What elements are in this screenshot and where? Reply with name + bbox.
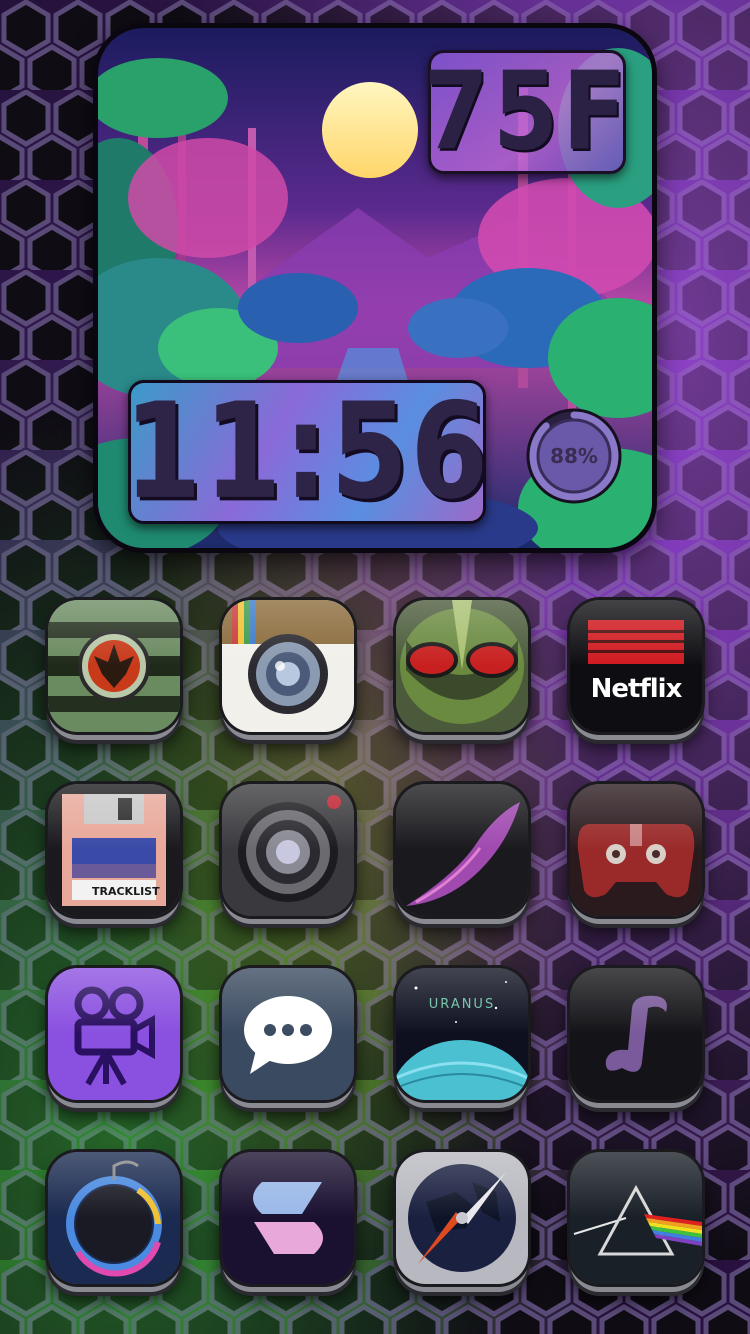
- rebel-alliance-app[interactable]: [48, 600, 180, 732]
- swoosh-app[interactable]: [396, 784, 528, 916]
- compass-icon: [396, 1152, 528, 1284]
- clock-display: 11:56: [124, 375, 489, 528]
- alien-face-icon: [396, 600, 528, 732]
- time-text: 11:56: [123, 375, 491, 529]
- bomb-app[interactable]: [48, 1152, 180, 1284]
- camera-lens-icon: [222, 784, 354, 916]
- messages-app[interactable]: [222, 968, 354, 1100]
- compass-app[interactable]: [396, 1152, 528, 1284]
- video-camera-app[interactable]: [48, 968, 180, 1100]
- bomb-icon: [48, 1152, 180, 1284]
- rebel-alliance-icon: [48, 600, 180, 732]
- tracklist-label: TRACKLIST: [92, 885, 160, 898]
- tracklist-app[interactable]: TRACKLIST: [48, 784, 180, 916]
- uranus-icon: URANUS: [396, 968, 528, 1100]
- uranus-app[interactable]: URANUS: [396, 968, 528, 1100]
- messages-icon: [222, 968, 354, 1100]
- shazam-app[interactable]: [222, 1152, 354, 1284]
- video-camera-icon: [48, 968, 180, 1100]
- prism-icon: [570, 1152, 702, 1284]
- floppy-disk-icon: TRACKLIST: [48, 784, 180, 916]
- weather-clock-widget[interactable]: 75F 11:56 88%: [98, 28, 652, 548]
- netflix-icon: [570, 600, 702, 732]
- camera-lens-app[interactable]: [222, 784, 354, 916]
- music-note-app[interactable]: [570, 968, 702, 1100]
- prism-app[interactable]: [570, 1152, 702, 1284]
- battery-ring: 88%: [524, 406, 624, 506]
- temperature-display: 75F: [423, 49, 626, 174]
- swoosh-icon: [396, 784, 528, 916]
- game-controller-icon: [570, 784, 702, 916]
- camera-icon: [222, 600, 354, 732]
- netflix-app[interactable]: Netflix: [570, 600, 702, 732]
- shazam-icon: [222, 1152, 354, 1284]
- game-controller-app[interactable]: [570, 784, 702, 916]
- uranus-label: URANUS: [429, 997, 495, 1012]
- alien-app[interactable]: [396, 600, 528, 732]
- temperature-text: 75F: [423, 49, 631, 175]
- battery-percent-text: 88%: [550, 444, 598, 468]
- netflix-label: Netflix: [590, 674, 683, 704]
- camera-app[interactable]: [222, 600, 354, 732]
- music-note-icon: [570, 968, 702, 1100]
